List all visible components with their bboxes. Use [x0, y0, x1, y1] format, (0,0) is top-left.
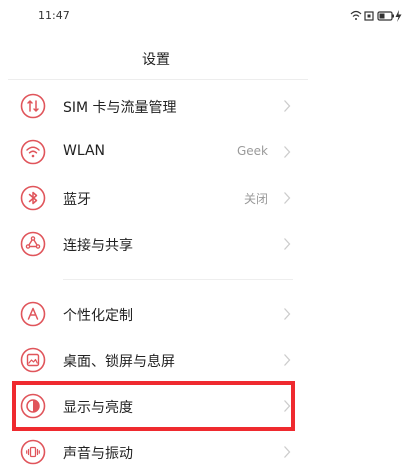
status-bar: 11:47 [0, 0, 418, 34]
chevron-right-icon [284, 446, 291, 458]
chevron-right-icon [284, 146, 291, 158]
settings-row-personalization[interactable]: 个性化定制 [0, 291, 312, 337]
highlight-box [12, 381, 295, 431]
wifi-icon [20, 139, 46, 165]
battery-icon [377, 11, 394, 21]
chevron-right-icon [284, 354, 291, 366]
wifi-signal-icon [350, 10, 362, 20]
chevron-right-icon [284, 238, 291, 250]
sound-icon [20, 439, 46, 465]
settings-row-label: 声音与振动 [63, 446, 133, 462]
bluetooth-icon [20, 185, 46, 211]
page-title: 设置 [142, 52, 170, 68]
settings-row-label: 个性化定制 [63, 308, 133, 324]
settings-row-wlan[interactable]: WLAN Geek [0, 129, 312, 175]
settings-row-desktop-lockscreen[interactable]: 桌面、锁屏与息屏 [0, 337, 312, 383]
chevron-right-icon [284, 192, 291, 204]
settings-row-bluetooth[interactable]: 蓝牙 关闭 [0, 175, 312, 221]
settings-row-connection-sharing[interactable]: 连接与共享 [0, 221, 312, 267]
header-divider [8, 79, 308, 80]
settings-row-value: Geek [236, 144, 268, 158]
settings-row-sound-vibration[interactable]: 声音与振动 [0, 429, 312, 475]
settings-row-label: 蓝牙 [63, 192, 91, 208]
settings-row-label: SIM 卡与流量管理 [63, 100, 177, 116]
settings-row-value: 关闭 [243, 192, 268, 206]
chevron-right-icon [284, 100, 291, 112]
status-icons [350, 10, 402, 22]
settings-row-label: 桌面、锁屏与息屏 [63, 354, 175, 370]
sim-icon [20, 93, 46, 119]
theme-icon [20, 301, 46, 327]
charging-icon [395, 10, 402, 22]
settings-row-label: 连接与共享 [63, 238, 133, 254]
settings-row-label: WLAN [63, 143, 106, 159]
wallpaper-icon [20, 347, 46, 373]
settings-row-sim[interactable]: SIM 卡与流量管理 [0, 83, 312, 129]
chevron-right-icon [284, 308, 291, 320]
section-divider [63, 279, 293, 280]
status-time: 11:47 [38, 9, 70, 22]
share-icon [20, 231, 46, 257]
